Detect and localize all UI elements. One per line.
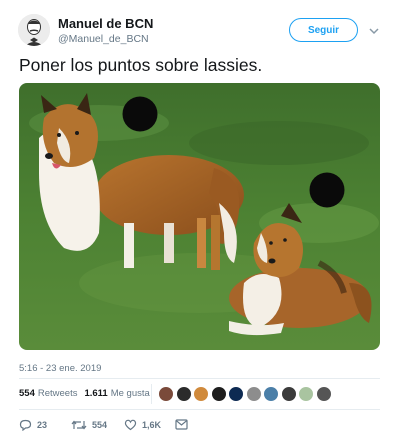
liker-avatar[interactable] <box>263 386 279 402</box>
black-dot-1 <box>122 96 158 132</box>
liker-avatar[interactable] <box>158 386 174 402</box>
avatar[interactable] <box>18 14 50 46</box>
stats-separator <box>151 384 152 404</box>
tweet-photo[interactable] <box>19 83 380 350</box>
divider-top <box>19 378 380 379</box>
retweet-count: 554 <box>92 420 108 430</box>
likes-count[interactable]: 1.611 <box>84 388 107 399</box>
divider-bottom <box>19 409 380 410</box>
like-button[interactable]: 1,6K <box>124 419 161 431</box>
heart-icon <box>124 419 137 431</box>
follow-button[interactable]: Seguir <box>289 18 358 42</box>
likes-label[interactable]: Me gusta <box>111 388 150 399</box>
reply-button[interactable]: 23 <box>19 419 47 431</box>
tweet-stats: 554 Retweets 1.611 Me gusta <box>19 388 150 399</box>
liker-avatar[interactable] <box>245 386 262 402</box>
likers-avatars[interactable] <box>158 386 333 402</box>
retweet-icon <box>71 420 87 430</box>
tweet-timestamp[interactable]: 5:16 - 23 ene. 2019 <box>19 363 101 374</box>
author-name[interactable]: Manuel de BCN <box>58 16 153 31</box>
direct-message-button[interactable] <box>175 419 193 430</box>
liker-avatar[interactable] <box>228 386 244 402</box>
reply-icon <box>19 419 32 431</box>
retweets-count[interactable]: 554 <box>19 388 35 399</box>
liker-avatar[interactable] <box>280 386 297 402</box>
retweet-button[interactable]: 554 <box>71 419 107 431</box>
liker-avatar[interactable] <box>298 386 314 402</box>
avatar-illustration <box>18 14 50 46</box>
tweet-card: Manuel de BCN @Manuel_de_BCN Seguir Pone… <box>0 0 400 447</box>
reply-count: 23 <box>37 420 48 430</box>
tweet-actions: 23 554 1,6K <box>19 419 380 435</box>
like-count: 1,6K <box>142 420 162 430</box>
black-dot-2 <box>309 172 345 208</box>
retweets-label[interactable]: Retweets <box>38 388 78 399</box>
chevron-down-icon[interactable] <box>368 26 380 36</box>
collies-photo <box>19 83 380 350</box>
liker-avatar[interactable] <box>315 386 332 402</box>
liker-avatar[interactable] <box>193 386 209 402</box>
liker-avatar[interactable] <box>210 386 227 402</box>
envelope-icon <box>175 419 188 430</box>
liker-avatar[interactable] <box>175 386 192 402</box>
tweet-text: Poner los puntos sobre lassies. <box>19 55 263 75</box>
author-handle[interactable]: @Manuel_de_BCN <box>58 33 149 45</box>
